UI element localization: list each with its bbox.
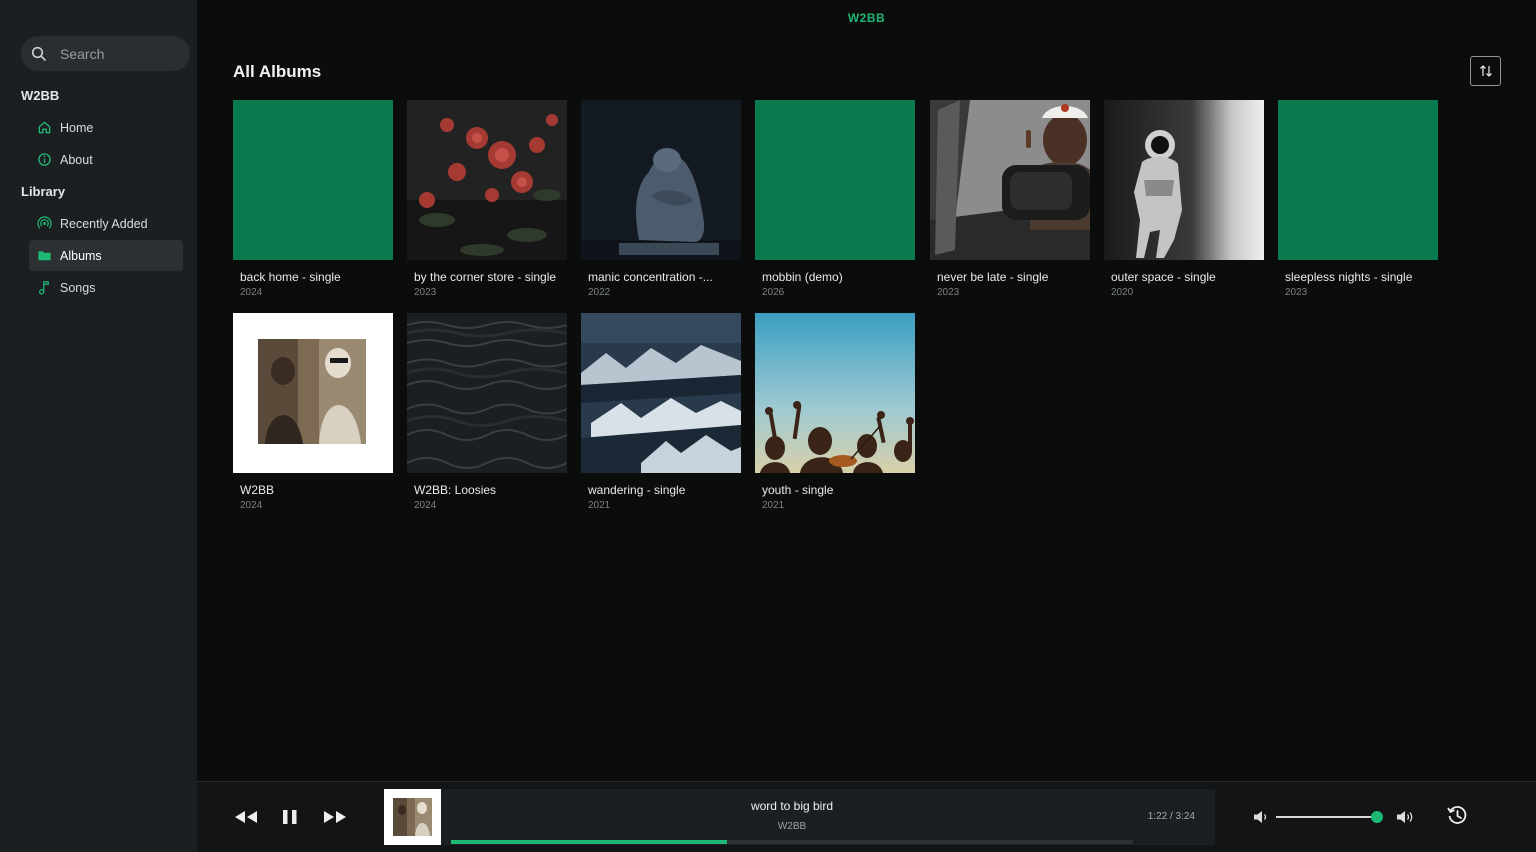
album-cover-astronaut bbox=[1104, 100, 1264, 260]
sidebar: W2BB Home About Library Recently Added A… bbox=[0, 0, 197, 852]
album-card[interactable]: wandering - single 2021 bbox=[581, 313, 741, 511]
album-name: by the corner store - single bbox=[414, 270, 557, 284]
volume-low-icon bbox=[1254, 811, 1267, 823]
volume-knob[interactable] bbox=[1370, 811, 1383, 823]
album-name: never be late - single bbox=[937, 270, 1049, 284]
now-playing-title: word to big bird bbox=[750, 799, 834, 813]
album-card[interactable]: manic concentration -... 2022 bbox=[581, 100, 741, 298]
sidebar-item-home[interactable]: Home bbox=[29, 112, 183, 143]
sidebar-item-label: Albums bbox=[60, 248, 102, 263]
info-icon bbox=[37, 152, 52, 167]
section-title-w2bb: W2BB bbox=[21, 88, 60, 103]
album-cover-roses bbox=[407, 100, 567, 260]
sidebar-item-label: Recently Added bbox=[60, 216, 148, 231]
now-playing-artist: W2BB bbox=[777, 821, 807, 832]
sidebar-item-label: Songs bbox=[60, 280, 96, 295]
playback-progress-fill bbox=[451, 840, 728, 844]
sidebar-item-albums[interactable]: Albums bbox=[29, 240, 183, 271]
album-cover-placeholder bbox=[755, 100, 915, 260]
album-cover-w2bb bbox=[233, 313, 393, 473]
search-icon bbox=[31, 46, 46, 61]
album-card[interactable]: W2BB 2024 bbox=[233, 313, 393, 511]
rewind-button[interactable] bbox=[233, 806, 259, 833]
album-year: 2021 bbox=[762, 500, 785, 511]
section-title-library: Library bbox=[21, 184, 66, 199]
volume-up-button[interactable] bbox=[1395, 808, 1415, 831]
folder-icon bbox=[37, 248, 52, 263]
album-year: 2020 bbox=[1111, 287, 1134, 298]
home-icon bbox=[37, 120, 52, 135]
volume-high-icon bbox=[1397, 811, 1413, 823]
album-year: 2024 bbox=[240, 500, 263, 511]
album-name: back home - single bbox=[240, 270, 341, 284]
album-year: 2024 bbox=[240, 287, 263, 298]
search-input[interactable] bbox=[60, 45, 170, 62]
app-brand: W2BB bbox=[847, 11, 886, 25]
playback-progress-bar[interactable] bbox=[451, 840, 1133, 844]
sort-button[interactable] bbox=[1470, 56, 1501, 86]
album-name: outer space - single bbox=[1111, 270, 1216, 284]
album-name: manic concentration -... bbox=[588, 270, 713, 284]
search-bar[interactable] bbox=[21, 36, 190, 71]
app-window: W2BB Home About Library Recently Added A… bbox=[0, 0, 1536, 852]
album-card[interactable]: sleepless nights - single 2023 bbox=[1278, 100, 1438, 298]
album-year: 2023 bbox=[1285, 287, 1308, 298]
album-cover-youth bbox=[755, 313, 915, 473]
pause-icon bbox=[283, 810, 297, 824]
album-cover-car bbox=[930, 100, 1090, 260]
fast-forward-icon bbox=[324, 811, 346, 823]
album-name: W2BB: Loosies bbox=[414, 483, 497, 497]
album-year: 2021 bbox=[588, 500, 611, 511]
sidebar-item-label: About bbox=[60, 152, 93, 167]
history-icon bbox=[1447, 806, 1467, 824]
album-year: 2023 bbox=[414, 287, 437, 298]
album-card[interactable]: W2BB: Loosies 2024 bbox=[407, 313, 567, 511]
sidebar-item-about[interactable]: About bbox=[29, 144, 183, 175]
album-cover-water bbox=[407, 313, 567, 473]
album-cover-placeholder bbox=[233, 100, 393, 260]
music-note-icon bbox=[37, 280, 52, 295]
album-year: 2024 bbox=[414, 500, 437, 511]
album-card[interactable]: outer space - single 2020 bbox=[1104, 100, 1264, 298]
album-name: W2BB bbox=[240, 483, 275, 497]
album-cover-mountains bbox=[581, 313, 741, 473]
album-name: youth - single bbox=[762, 483, 834, 497]
album-year: 2023 bbox=[937, 287, 960, 298]
now-playing-panel[interactable]: word to big bird W2BB 1:22 / 3:24 bbox=[384, 789, 1215, 845]
sidebar-item-label: Home bbox=[60, 120, 94, 135]
rewind-icon bbox=[235, 811, 257, 823]
album-name: mobbin (demo) bbox=[762, 270, 843, 284]
album-year: 2026 bbox=[762, 287, 785, 298]
sidebar-item-recently-added[interactable]: Recently Added bbox=[29, 208, 183, 239]
sort-icon bbox=[1479, 65, 1492, 77]
album-name: wandering - single bbox=[588, 483, 686, 497]
fast-forward-button[interactable] bbox=[322, 806, 348, 833]
album-card[interactable]: by the corner store - single 2023 bbox=[407, 100, 567, 298]
album-cover-placeholder bbox=[1278, 100, 1438, 260]
now-playing-time: 1:22 / 3:24 bbox=[1147, 811, 1195, 822]
album-card[interactable]: never be late - single 2023 bbox=[930, 100, 1090, 298]
album-card[interactable]: mobbin (demo) 2026 bbox=[755, 100, 915, 298]
album-cover-statue bbox=[581, 100, 741, 260]
now-playing-cover bbox=[384, 789, 441, 845]
page-title: All Albums bbox=[233, 62, 322, 81]
volume-down-button[interactable] bbox=[1252, 808, 1270, 831]
album-card[interactable]: youth - single 2021 bbox=[755, 313, 915, 511]
volume-slider[interactable] bbox=[1276, 816, 1382, 818]
album-year: 2022 bbox=[588, 287, 611, 298]
history-button[interactable] bbox=[1446, 804, 1469, 832]
album-name: sleepless nights - single bbox=[1285, 270, 1413, 284]
sidebar-item-songs[interactable]: Songs bbox=[29, 272, 183, 303]
broadcast-icon bbox=[37, 216, 52, 231]
album-card[interactable]: back home - single 2024 bbox=[233, 100, 393, 298]
pause-button[interactable] bbox=[280, 806, 300, 833]
